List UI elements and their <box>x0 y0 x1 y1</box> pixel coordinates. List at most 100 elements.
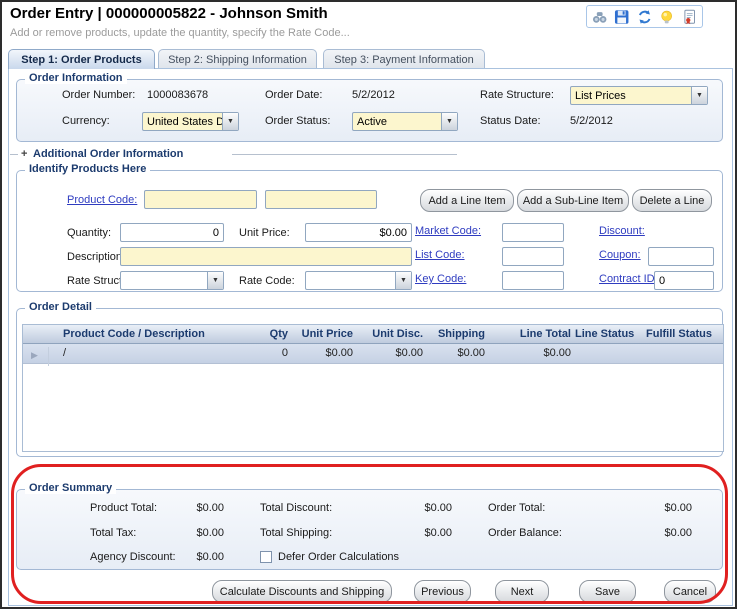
order-entry-window: Order Entry | 000000005822 - Johnson Smi… <box>0 0 737 609</box>
column-header: Line Total <box>498 328 571 340</box>
button-label: Delete a Line <box>640 195 705 207</box>
list-code-input[interactable] <box>502 247 564 266</box>
cell-shipping: $0.00 <box>429 347 485 359</box>
button-label: Cancel <box>673 586 707 598</box>
tab-label: Step 1: Order Products <box>21 54 141 66</box>
lightbulb-icon[interactable] <box>659 9 674 25</box>
order-status-selected-value: Active <box>353 116 441 128</box>
rate-structure-select[interactable]: List Prices ▼ <box>570 86 708 105</box>
total-tax-label: Total Tax: <box>90 527 136 539</box>
column-header: Line Status <box>575 328 633 340</box>
cell-product: / <box>63 347 66 359</box>
currency-label: Currency: <box>62 115 110 127</box>
cell-line-total: $0.00 <box>498 347 571 359</box>
save-icon[interactable] <box>614 9 629 25</box>
total-discount-label: Total Discount: <box>260 502 332 514</box>
cell-unit-price: $0.00 <box>295 347 353 359</box>
rate-structure-label: Rate Structure: <box>480 89 554 101</box>
status-date-label: Status Date: <box>480 115 541 127</box>
refresh-icon[interactable] <box>637 9 652 25</box>
column-header: Product Code / Description <box>63 328 205 340</box>
chevron-down-icon: ▼ <box>691 87 707 104</box>
key-code-link[interactable]: Key Code: <box>415 273 466 285</box>
tab-step2-shipping-information[interactable]: Step 2: Shipping Information <box>158 49 317 69</box>
column-header: Fulfill Status <box>646 328 708 340</box>
calculate-discounts-and-shipping-button[interactable]: Calculate Discounts and Shipping <box>212 580 392 603</box>
additional-order-information-expander[interactable]: Additional Order Information <box>33 148 183 160</box>
next-button[interactable]: Next <box>495 580 549 603</box>
unit-price-label: Unit Price: <box>239 227 290 239</box>
chevron-down-icon: ▼ <box>222 113 238 130</box>
contract-id-link[interactable]: Contract ID: <box>599 273 658 285</box>
order-summary-legend: Order Summary <box>25 482 116 494</box>
order-number-value: 1000083678 <box>147 89 208 101</box>
rate-structure-selected-value: List Prices <box>571 90 691 102</box>
table-row[interactable]: ▶ / 0 $0.00 $0.00 $0.00 $0.00 <box>23 344 723 364</box>
header-toolbar <box>586 5 703 28</box>
identify-products-legend: Identify Products Here <box>25 163 150 175</box>
order-balance-value: $0.00 <box>612 527 692 539</box>
order-total-value: $0.00 <box>612 502 692 514</box>
column-header: Shipping <box>429 328 485 340</box>
market-code-input[interactable] <box>502 223 564 242</box>
product-code-link[interactable]: Product Code: <box>67 194 137 206</box>
order-detail-table: Product Code / Description Qty Unit Pric… <box>22 324 724 452</box>
chevron-down-icon: ▼ <box>395 272 411 289</box>
column-header: Qty <box>248 328 288 340</box>
coupon-link[interactable]: Coupon: <box>599 249 641 261</box>
tab-step3-payment-information[interactable]: Step 3: Payment Information <box>323 49 485 69</box>
tab-label: Step 2: Shipping Information <box>168 54 307 66</box>
order-date-label: Order Date: <box>265 89 322 101</box>
product-code-input[interactable] <box>144 190 257 209</box>
order-status-select[interactable]: Active ▼ <box>352 112 458 131</box>
expand-plus-icon[interactable]: + <box>21 148 27 160</box>
binoculars-icon[interactable] <box>592 9 607 25</box>
market-code-link[interactable]: Market Code: <box>415 225 481 237</box>
delete-a-line-button[interactable]: Delete a Line <box>632 189 712 212</box>
order-total-label: Order Total: <box>488 502 545 514</box>
order-number-label: Order Number: <box>62 89 135 101</box>
chevron-down-icon: ▼ <box>207 272 223 289</box>
rate-code-label: Rate Code: <box>239 275 295 287</box>
key-code-input[interactable] <box>502 271 564 290</box>
button-label: Add a Line Item <box>428 195 505 207</box>
tab-label: Step 3: Payment Information <box>334 54 473 66</box>
list-code-link[interactable]: List Code: <box>415 249 465 261</box>
button-label: Calculate Discounts and Shipping <box>220 586 385 598</box>
cell-unit-disc: $0.00 <box>363 347 423 359</box>
column-header: Unit Disc. <box>363 328 423 340</box>
order-detail-legend: Order Detail <box>25 301 96 313</box>
page-subtitle: Add or remove products, update the quant… <box>10 27 350 39</box>
discount-link[interactable]: Discount: <box>599 225 645 237</box>
tab-step1-order-products[interactable]: Step 1: Order Products <box>8 49 155 69</box>
currency-selected-value: United States D <box>143 116 222 128</box>
cancel-button[interactable]: Cancel <box>664 580 716 603</box>
chevron-down-icon: ▼ <box>441 113 457 130</box>
rate-code-select[interactable]: ▼ <box>305 271 412 290</box>
order-status-label: Order Status: <box>265 115 330 127</box>
product-code-secondary-input[interactable] <box>265 190 377 209</box>
save-button[interactable]: Save <box>579 580 636 603</box>
add-line-item-button[interactable]: Add a Line Item <box>420 189 514 212</box>
button-label: Next <box>511 586 534 598</box>
currency-select[interactable]: United States D ▼ <box>142 112 239 131</box>
coupon-input[interactable] <box>648 247 714 266</box>
line-rate-structure-select[interactable]: ▼ <box>120 271 224 290</box>
product-total-value: $0.00 <box>146 502 224 514</box>
quantity-input[interactable] <box>120 223 224 242</box>
defer-order-calculations-label: Defer Order Calculations <box>278 551 399 563</box>
order-information-legend: Order Information <box>25 72 127 84</box>
contract-id-input[interactable] <box>654 271 714 290</box>
description-input[interactable] <box>120 247 412 266</box>
description-label: Description: <box>67 251 125 263</box>
add-sub-line-item-button[interactable]: Add a Sub-Line Item <box>517 189 629 212</box>
total-discount-value: $0.00 <box>372 502 452 514</box>
row-selector-gutter: ▶ <box>23 347 49 366</box>
page-title: Order Entry | 000000005822 - Johnson Smi… <box>10 5 328 22</box>
unit-price-input[interactable] <box>305 223 412 242</box>
defer-order-calculations-checkbox[interactable] <box>260 551 272 563</box>
previous-button[interactable]: Previous <box>414 580 471 603</box>
report-icon[interactable] <box>682 9 697 25</box>
divider <box>232 154 457 155</box>
divider <box>10 154 18 155</box>
